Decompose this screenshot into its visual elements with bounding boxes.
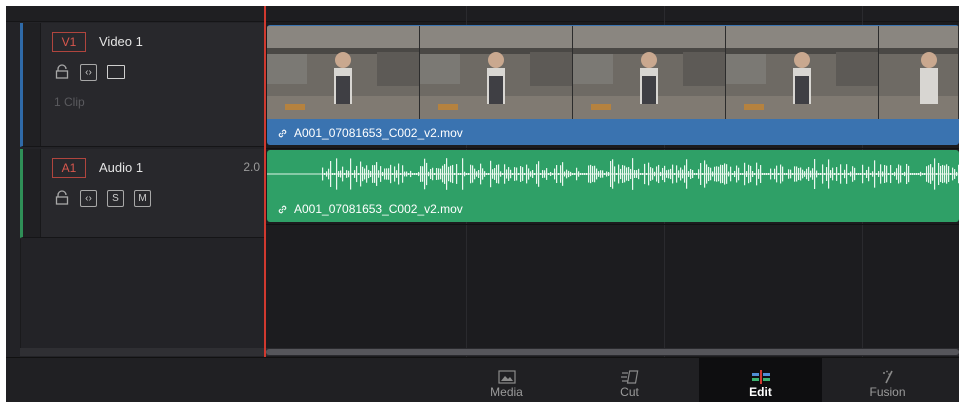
- fusion-page-icon: [882, 370, 893, 384]
- page-tab-edit[interactable]: Edit: [699, 358, 822, 402]
- edit-page-icon: [751, 370, 770, 384]
- track-header-panel: V1 Video 1 ‹› 1 Clip A1 Audio 1 2.0 ‹› S…: [6, 6, 265, 357]
- timeline-ruler[interactable]: [266, 6, 959, 22]
- cut-page-icon: [620, 370, 638, 384]
- video-clip[interactable]: A001_07081653_C002_v2.mov: [267, 25, 959, 145]
- audio-track-header[interactable]: A1 Audio 1 2.0 ‹› S M: [20, 149, 265, 238]
- track-select-column[interactable]: [23, 23, 41, 146]
- mute-button[interactable]: M: [134, 189, 151, 207]
- video-clip-filename: A001_07081653_C002_v2.mov: [294, 126, 463, 140]
- thumbnail: [726, 26, 879, 119]
- thumbnail: [879, 26, 959, 119]
- audio-track-controls: ‹› S M: [54, 189, 151, 207]
- solo-button[interactable]: S: [107, 189, 124, 207]
- track-badge-a1[interactable]: A1: [52, 158, 86, 178]
- audio-clip-label: A001_07081653_C002_v2.mov: [277, 202, 463, 216]
- lock-icon[interactable]: [54, 190, 70, 206]
- audio-clip-filename: A001_07081653_C002_v2.mov: [294, 202, 463, 216]
- video-clip-label: A001_07081653_C002_v2.mov: [277, 126, 463, 140]
- track-select-column[interactable]: [23, 149, 41, 237]
- track-name-audio[interactable]: Audio 1: [99, 160, 143, 175]
- auto-track-select-icon[interactable]: ‹›: [80, 189, 97, 207]
- track-name-video[interactable]: Video 1: [99, 34, 143, 49]
- playhead[interactable]: [264, 6, 266, 357]
- link-icon: [278, 129, 287, 137]
- thumbnail: [420, 26, 573, 119]
- media-page-icon: [497, 370, 516, 384]
- track-separator: [266, 224, 959, 225]
- audio-waveform: [267, 158, 959, 190]
- audio-channel-format: 2.0: [243, 160, 260, 174]
- lock-icon[interactable]: [54, 64, 70, 80]
- header-scroll-spacer: [20, 348, 265, 356]
- header-ruler-spacer: [6, 6, 265, 22]
- clip-thumbnails: [267, 26, 959, 119]
- empty-track-area: [20, 239, 265, 349]
- page-tab-cut[interactable]: Cut: [568, 358, 691, 402]
- video-track-controls: ‹›: [54, 63, 125, 81]
- thumbnail: [573, 26, 726, 119]
- track-badge-v1[interactable]: V1: [52, 32, 86, 52]
- video-track-header[interactable]: V1 Video 1 ‹› 1 Clip: [20, 23, 265, 147]
- scrollbar-thumb[interactable]: [266, 349, 959, 355]
- timeline-window: V1 Video 1 ‹› 1 Clip A1 Audio 1 2.0 ‹› S…: [6, 6, 959, 402]
- auto-track-select-icon[interactable]: ‹›: [80, 63, 97, 81]
- horizontal-scrollbar[interactable]: [266, 348, 959, 356]
- thumbnail: [267, 26, 420, 119]
- enable-video-track-icon[interactable]: [107, 65, 125, 79]
- page-navigation-bar: Media Cut Edit Fusion: [6, 357, 959, 402]
- link-icon: [278, 205, 287, 213]
- page-tab-media[interactable]: Media: [445, 358, 568, 402]
- clip-count: 1 Clip: [54, 95, 85, 109]
- page-tab-fusion[interactable]: Fusion: [826, 358, 949, 402]
- audio-clip[interactable]: A001_07081653_C002_v2.mov: [267, 150, 959, 222]
- track-separator: [266, 148, 959, 149]
- timeline-tracks[interactable]: A001_07081653_C002_v2.mov A001_07081653_…: [264, 6, 959, 357]
